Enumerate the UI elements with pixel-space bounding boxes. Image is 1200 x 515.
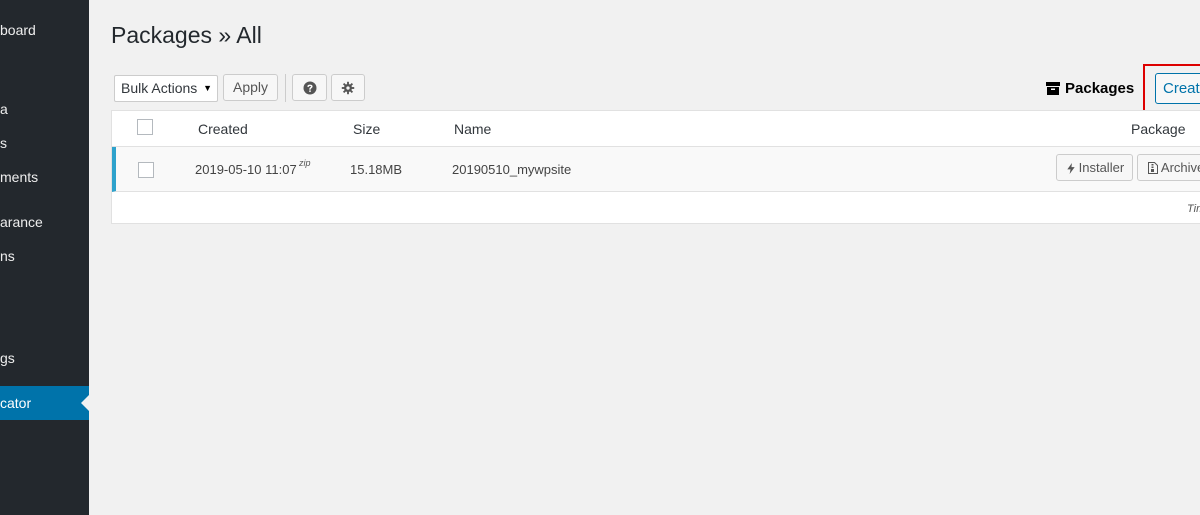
bulk-actions-select[interactable]: Bulk Actions ▼ — [114, 75, 218, 102]
select-all-checkbox[interactable] — [137, 119, 153, 135]
format-tag: zip — [299, 158, 311, 168]
packages-table: Created Size Name Package 2019-05-10 11:… — [111, 110, 1200, 224]
column-created: Created — [198, 121, 248, 137]
row-checkbox[interactable] — [138, 162, 154, 178]
column-package: Package — [1131, 121, 1186, 137]
column-size: Size — [353, 121, 381, 137]
sidebar-item-pages[interactable]: s — [0, 128, 89, 158]
package-name: 20190510_mywpsite — [452, 162, 572, 177]
apply-button[interactable]: Apply — [223, 74, 278, 101]
sidebar-item-appearance[interactable]: arance — [0, 207, 89, 237]
gear-icon — [341, 81, 355, 94]
archive-box-icon — [1046, 82, 1060, 95]
toolbar-divider — [285, 74, 286, 102]
create-new-button[interactable]: Create New — [1155, 73, 1200, 104]
column-name: Name — [454, 121, 492, 137]
question-circle-icon — [303, 81, 316, 94]
help-button[interactable] — [292, 74, 327, 101]
created-date: 2019-05-10 11:07 — [195, 162, 297, 177]
archive-button[interactable]: Archive — [1137, 154, 1200, 181]
sidebar-item-dashboard[interactable]: board — [0, 15, 89, 45]
page-title: Packages » All — [111, 22, 262, 48]
sidebar-item-settings[interactable]: gs — [0, 343, 89, 373]
installer-button[interactable]: Installer — [1056, 154, 1133, 181]
table-footer-text: Time — [1187, 203, 1200, 215]
table-row: 2019-05-10 11:07 zip 15.18MB 20190510_my… — [112, 147, 1200, 192]
sidebar-item-media[interactable]: a — [0, 94, 89, 124]
file-archive-icon — [1148, 162, 1158, 174]
bolt-icon — [1067, 163, 1075, 174]
dropdown-arrow-icon: ▼ — [203, 83, 212, 93]
sidebar-item-comments[interactable]: ments — [0, 162, 89, 192]
table-header: Created Size Name Package — [112, 111, 1200, 147]
admin-sidebar: board a s ments arance ns gs cator — [0, 0, 89, 515]
sidebar-item-duplicator[interactable]: cator — [0, 386, 89, 420]
settings-button[interactable] — [331, 74, 365, 101]
packages-heading: Packages — [1046, 80, 1134, 97]
package-size: 15.18MB — [350, 162, 403, 177]
sidebar-item-plugins[interactable]: ns — [0, 241, 89, 271]
